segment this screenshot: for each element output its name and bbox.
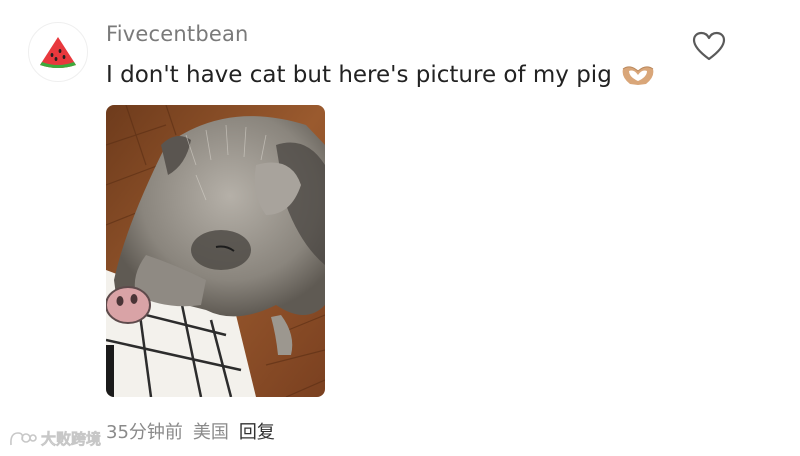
comment-location: 美国 — [192, 422, 229, 443]
username[interactable]: Fivecentbean — [106, 22, 249, 46]
comment-time: 35分钟前 — [106, 422, 183, 443]
comment-item: Fivecentbean I don't have cat but here's… — [0, 0, 800, 456]
comment-meta: 35分钟前 美国 回复 — [106, 418, 275, 444]
like-button[interactable] — [690, 28, 728, 64]
pig-photo — [106, 105, 325, 397]
comment-text: I don't have cat but here's picture of m… — [106, 62, 656, 88]
watermelon-icon — [40, 37, 76, 68]
watermark-logo-icon — [10, 431, 37, 445]
heart-hands-icon — [620, 63, 656, 87]
heart-outline-icon — [692, 31, 726, 61]
reply-button[interactable]: 回复 — [239, 418, 275, 444]
comment-image[interactable] — [106, 105, 325, 397]
comment-text-content: I don't have cat but here's picture of m… — [106, 62, 612, 88]
watermark: 大败跨境 — [8, 428, 101, 449]
watermark-text: 大败跨境 — [41, 430, 102, 449]
avatar[interactable] — [28, 22, 88, 82]
